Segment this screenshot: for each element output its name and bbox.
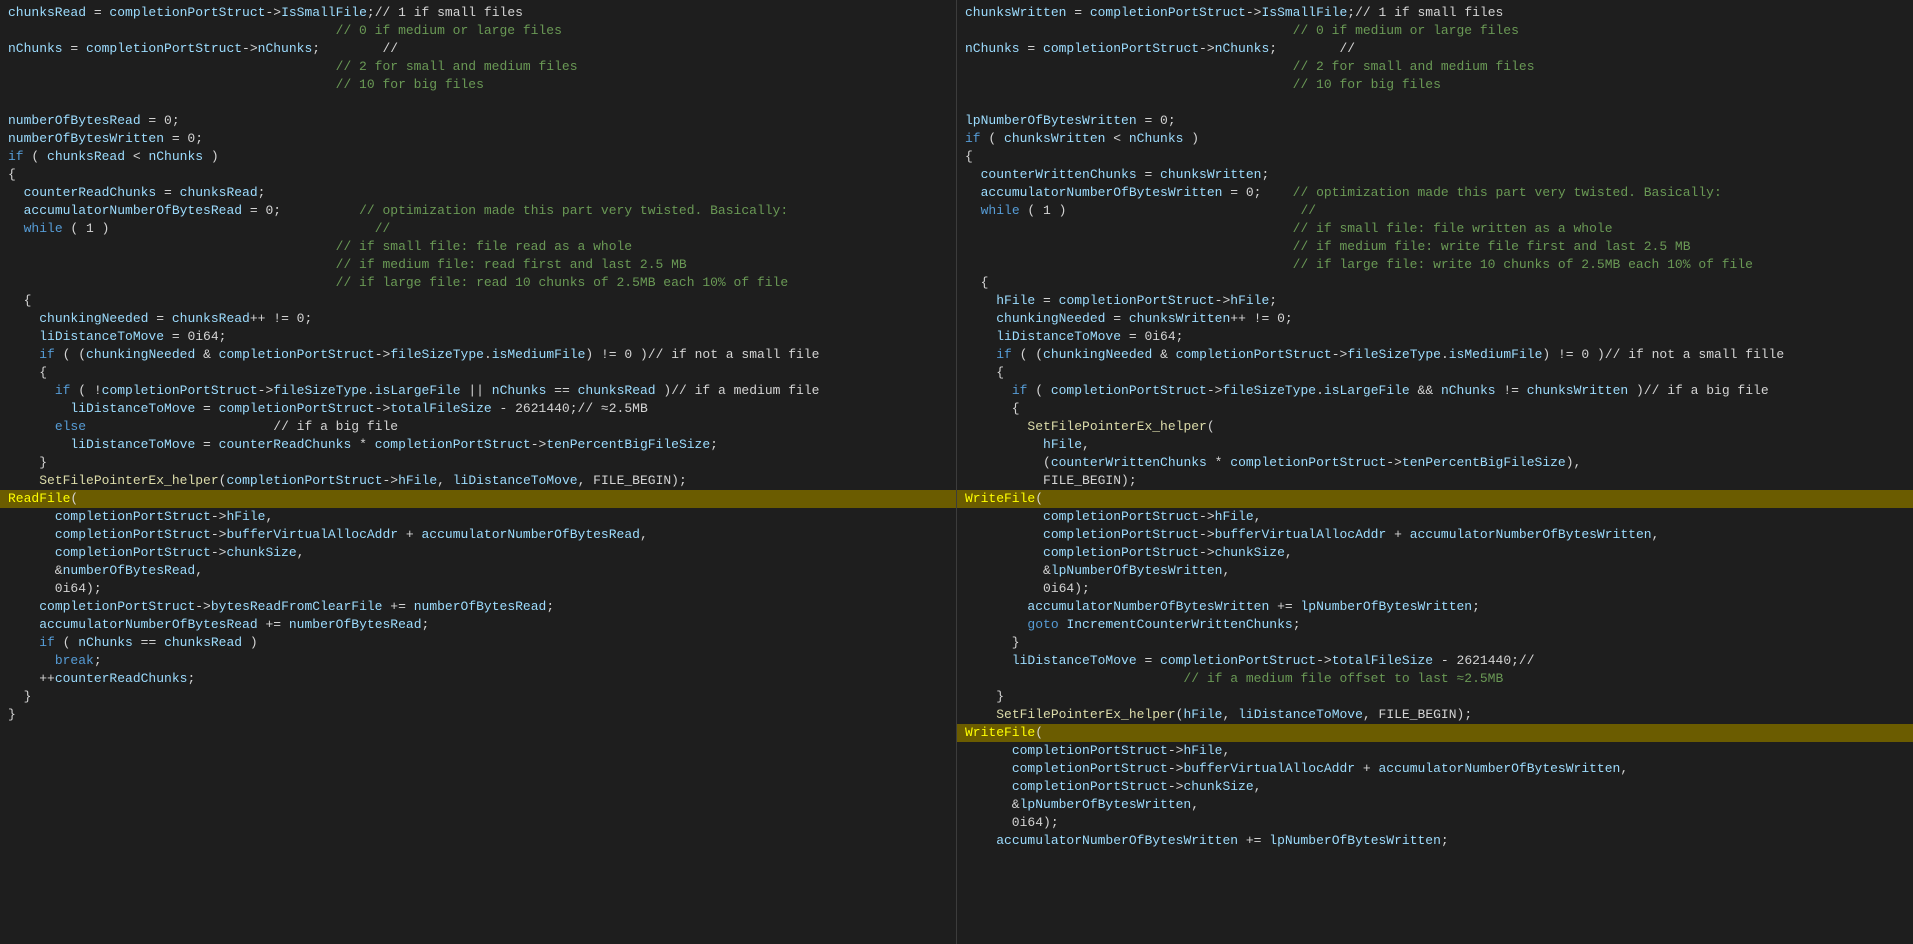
code-line: { (0, 292, 956, 310)
code-line: &numberOfBytesRead, (0, 562, 956, 580)
code-line: lpNumberOfBytesWritten = 0; (957, 112, 1913, 130)
code-line: chunksRead = completionPortStruct->IsSma… (0, 4, 956, 22)
code-line: } (0, 454, 956, 472)
code-line: accumulatorNumberOfBytesWritten += lpNum… (957, 598, 1913, 616)
code-line: // if large file: read 10 chunks of 2.5M… (0, 274, 956, 292)
code-line: hFile, (957, 436, 1913, 454)
code-line: completionPortStruct->bufferVirtualAlloc… (0, 526, 956, 544)
code-line: } (0, 706, 956, 724)
code-line: liDistanceToMove = completionPortStruct-… (0, 400, 956, 418)
code-line: completionPortStruct->hFile, (957, 508, 1913, 526)
right-pane[interactable]: chunksWritten = completionPortStruct->Is… (957, 0, 1913, 944)
code-line: &lpNumberOfBytesWritten, (957, 796, 1913, 814)
code-line: FILE_BEGIN); (957, 472, 1913, 490)
code-line: // if large file: write 10 chunks of 2.5… (957, 256, 1913, 274)
code-line: // 10 for big files (0, 76, 956, 94)
code-line: // if small file: file written as a whol… (957, 220, 1913, 238)
code-line: if ( (chunkingNeeded & completionPortStr… (0, 346, 956, 364)
code-line: nChunks = completionPortStruct->nChunks;… (0, 40, 956, 58)
code-line: else // if a big file (0, 418, 956, 436)
code-line: counterWrittenChunks = chunksWritten; (957, 166, 1913, 184)
code-line: counterReadChunks = chunksRead; (0, 184, 956, 202)
code-line: if ( nChunks == chunksRead ) (0, 634, 956, 652)
code-line: 0i64); (0, 580, 956, 598)
code-line: completionPortStruct->chunkSize, (957, 778, 1913, 796)
main-container: chunksRead = completionPortStruct->IsSma… (0, 0, 1913, 944)
code-line: completionPortStruct->hFile, (0, 508, 956, 526)
code-line: if ( chunksRead < nChunks ) (0, 148, 956, 166)
code-line: accumulatorNumberOfBytesWritten += lpNum… (957, 832, 1913, 850)
code-line: { (0, 364, 956, 382)
code-line: // 2 for small and medium files (0, 58, 956, 76)
code-line: chunksWritten = completionPortStruct->Is… (957, 4, 1913, 22)
code-line: completionPortStruct->hFile, (957, 742, 1913, 760)
code-line: } (957, 688, 1913, 706)
code-line: chunkingNeeded = chunksRead++ != 0; (0, 310, 956, 328)
code-line: chunkingNeeded = chunksWritten++ != 0; (957, 310, 1913, 328)
code-line: break; (0, 652, 956, 670)
code-line: while ( 1 ) // (0, 220, 956, 238)
code-line: completionPortStruct->bufferVirtualAlloc… (957, 526, 1913, 544)
code-line: completionPortStruct->bytesReadFromClear… (0, 598, 956, 616)
left-pane[interactable]: chunksRead = completionPortStruct->IsSma… (0, 0, 957, 944)
code-line: // 10 for big files (957, 76, 1913, 94)
code-line: } (957, 634, 1913, 652)
code-line-highlighted: ReadFile( (0, 490, 956, 508)
code-line: accumulatorNumberOfBytesWritten = 0; // … (957, 184, 1913, 202)
code-line: completionPortStruct->bufferVirtualAlloc… (957, 760, 1913, 778)
code-line: liDistanceToMove = 0i64; (0, 328, 956, 346)
code-line: SetFilePointerEx_helper(completionPortSt… (0, 472, 956, 490)
code-line (0, 94, 956, 112)
code-line: 0i64); (957, 814, 1913, 832)
code-line: // 0 if medium or large files (0, 22, 956, 40)
code-line: ++counterReadChunks; (0, 670, 956, 688)
code-line: numberOfBytesRead = 0; (0, 112, 956, 130)
code-line: liDistanceToMove = completionPortStruct-… (957, 652, 1913, 670)
code-line: // 2 for small and medium files (957, 58, 1913, 76)
code-line: if ( (chunkingNeeded & completionPortStr… (957, 346, 1913, 364)
code-line: { (957, 364, 1913, 382)
code-line: hFile = completionPortStruct->hFile; (957, 292, 1913, 310)
code-line: goto IncrementCounterWrittenChunks; (957, 616, 1913, 634)
code-line: 0i64); (957, 580, 1913, 598)
code-line: } (0, 688, 956, 706)
code-line: while ( 1 ) // (957, 202, 1913, 220)
code-line: liDistanceToMove = counterReadChunks * c… (0, 436, 956, 454)
code-line: completionPortStruct->chunkSize, (957, 544, 1913, 562)
code-line: if ( completionPortStruct->fileSizeType.… (957, 382, 1913, 400)
code-line: SetFilePointerEx_helper( (957, 418, 1913, 436)
code-line: { (0, 166, 956, 184)
code-line-highlighted-2: WriteFile( (957, 724, 1913, 742)
code-line: nChunks = completionPortStruct->nChunks;… (957, 40, 1913, 58)
code-line: // if medium file: read first and last 2… (0, 256, 956, 274)
code-line: { (957, 148, 1913, 166)
code-line: // if small file: file read as a whole (0, 238, 956, 256)
code-line: // 0 if medium or large files (957, 22, 1913, 40)
code-line: SetFilePointerEx_helper(hFile, liDistanc… (957, 706, 1913, 724)
code-line: numberOfBytesWritten = 0; (0, 130, 956, 148)
code-line: if ( chunksWritten < nChunks ) (957, 130, 1913, 148)
code-line: completionPortStruct->chunkSize, (0, 544, 956, 562)
code-line: // if a medium file offset to last ≈2.5M… (957, 670, 1913, 688)
code-line-highlighted: WriteFile( (957, 490, 1913, 508)
code-line: accumulatorNumberOfBytesRead += numberOf… (0, 616, 956, 634)
code-line: liDistanceToMove = 0i64; (957, 328, 1913, 346)
code-line: // if medium file: write file first and … (957, 238, 1913, 256)
code-line (957, 94, 1913, 112)
code-line: { (957, 400, 1913, 418)
code-line: (counterWrittenChunks * completionPortSt… (957, 454, 1913, 472)
code-line: accumulatorNumberOfBytesRead = 0; // opt… (0, 202, 956, 220)
code-line: &lpNumberOfBytesWritten, (957, 562, 1913, 580)
code-line: if ( !completionPortStruct->fileSizeType… (0, 382, 956, 400)
code-line: { (957, 274, 1913, 292)
